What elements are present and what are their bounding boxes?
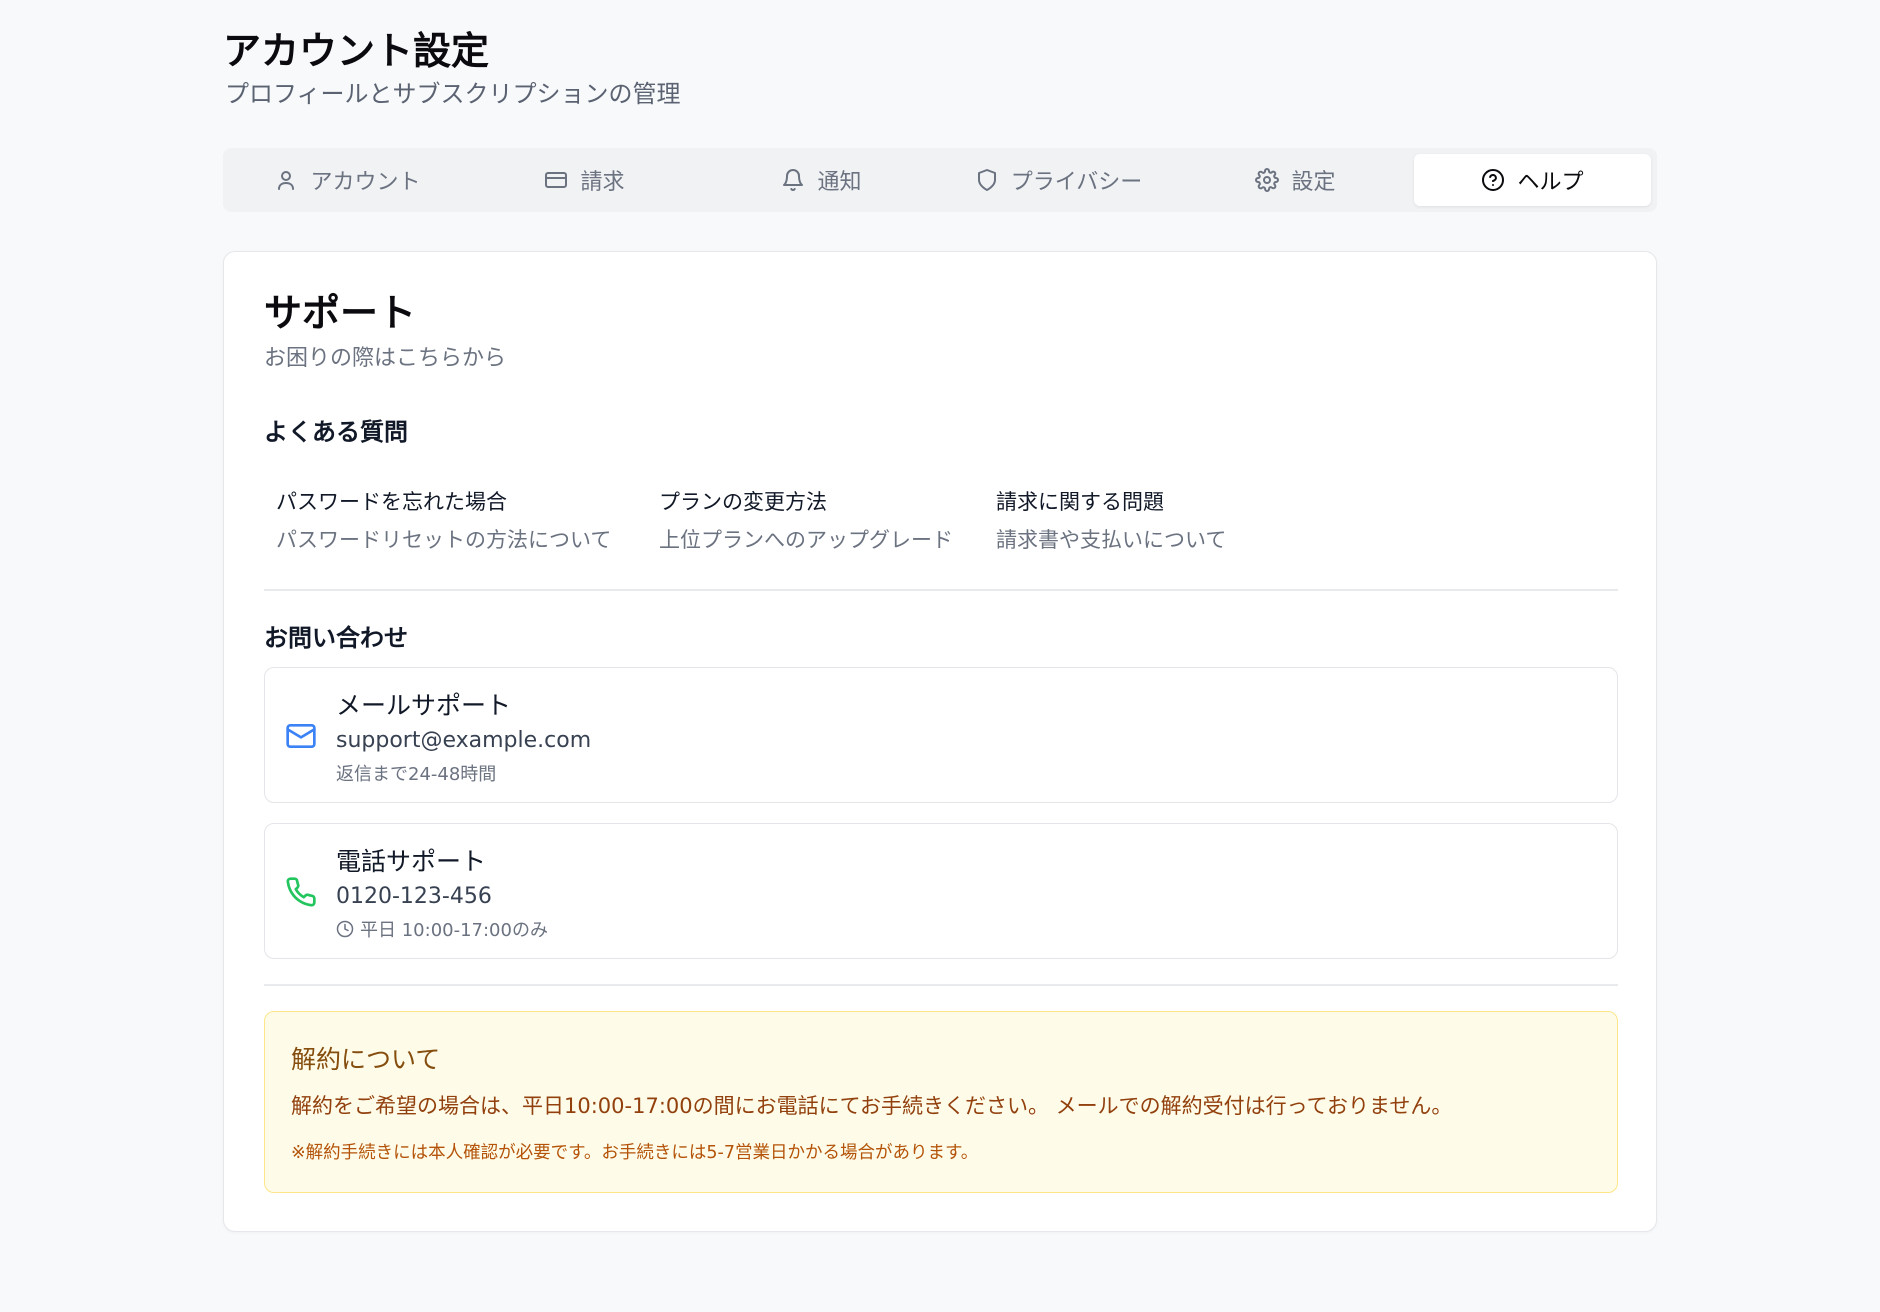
faq-item[interactable]: パスワードを忘れた場合 パスワードリセットの方法について — [276, 486, 659, 554]
support-card: サポート お困りの際はこちらから よくある質問 パスワードを忘れた場合 パスワー… — [223, 251, 1657, 1232]
cancellation-notice: 解約について 解約をご希望の場合は、平日10:00-17:00の間にお電話にてお… — [264, 1011, 1618, 1193]
user-icon — [278, 171, 295, 190]
page-subtitle: プロフィールとサブスクリプションの管理 — [225, 80, 681, 108]
response-time: 返信まで24-48時間 — [336, 764, 497, 785]
clock-icon — [336, 920, 354, 938]
phone-icon — [285, 876, 317, 908]
tab-privacy[interactable]: プライバシー — [940, 154, 1177, 206]
tab-account[interactable]: アカウント — [229, 154, 466, 206]
support-description: お困りの際はこちらから — [264, 346, 507, 371]
tab-label: プライバシー — [1010, 170, 1143, 195]
mail-icon — [285, 720, 317, 752]
faq-title: よくある質問 — [264, 418, 408, 446]
tab-label: アカウント — [310, 170, 421, 195]
contact-name: 電話サポート — [336, 847, 487, 876]
faq-answer: 請求書や支払いについて — [996, 528, 1227, 552]
contact-name: メールサポート — [336, 691, 512, 720]
faq-answer: パスワードリセットの方法について — [276, 528, 612, 552]
faq-question: プランの変更方法 — [659, 490, 827, 514]
faq-item[interactable]: プランの変更方法 上位プランへのアップグレード — [659, 486, 996, 554]
help-circle-icon — [1482, 169, 1505, 191]
gear-icon — [1255, 168, 1280, 192]
phone-number[interactable]: 0120-123-456 — [336, 884, 492, 909]
business-hours: 平日 10:00-17:00のみ — [360, 920, 548, 941]
shield-icon — [977, 169, 996, 191]
faq-question: 請求に関する問題 — [996, 490, 1164, 514]
bell-icon — [783, 169, 804, 191]
page-title: アカウント設定 — [223, 29, 490, 73]
tab-label: 通知 — [817, 170, 862, 195]
tab-label: 請求 — [580, 170, 625, 195]
divider — [264, 984, 1618, 986]
notice-note: ※解約手続きには本人確認が必要です。お手続きには5-7営業日かかる場合があります… — [291, 1143, 979, 1163]
email-address[interactable]: support@example.com — [336, 728, 591, 753]
faq-list: パスワードを忘れた場合 パスワードリセットの方法について プランの変更方法 上位… — [276, 486, 1226, 554]
notice-title: 解約について — [291, 1045, 441, 1074]
tab-bar: アカウント 請求 通知 プライバシー 設定 ヘルプ — [223, 148, 1657, 212]
divider — [264, 589, 1618, 591]
contact-note: 平日 10:00-17:00のみ — [336, 916, 548, 942]
phone-support-card[interactable]: 電話サポート 0120-123-456 平日 10:00-17:00のみ — [264, 823, 1618, 959]
tab-label: ヘルプ — [1517, 170, 1584, 195]
support-title: サポート — [264, 291, 417, 335]
credit-card-icon — [545, 172, 568, 188]
faq-question: パスワードを忘れた場合 — [276, 490, 507, 514]
tab-billing[interactable]: 請求 — [466, 154, 703, 206]
tab-label: 設定 — [1291, 170, 1336, 195]
tab-settings[interactable]: 設定 — [1177, 154, 1414, 206]
tab-help[interactable]: ヘルプ — [1414, 154, 1651, 206]
tab-notifications[interactable]: 通知 — [703, 154, 940, 206]
contact-title: お問い合わせ — [264, 624, 408, 652]
faq-item[interactable]: 請求に関する問題 請求書や支払いについて — [996, 486, 1226, 554]
contact-note: 返信まで24-48時間 — [336, 760, 496, 786]
email-support-card[interactable]: メールサポート support@example.com 返信まで24-48時間 — [264, 667, 1618, 803]
notice-body: 解約をご希望の場合は、平日10:00-17:00の間にお電話にてお手続きください… — [291, 1094, 1453, 1118]
faq-answer: 上位プランへのアップグレード — [659, 528, 953, 552]
